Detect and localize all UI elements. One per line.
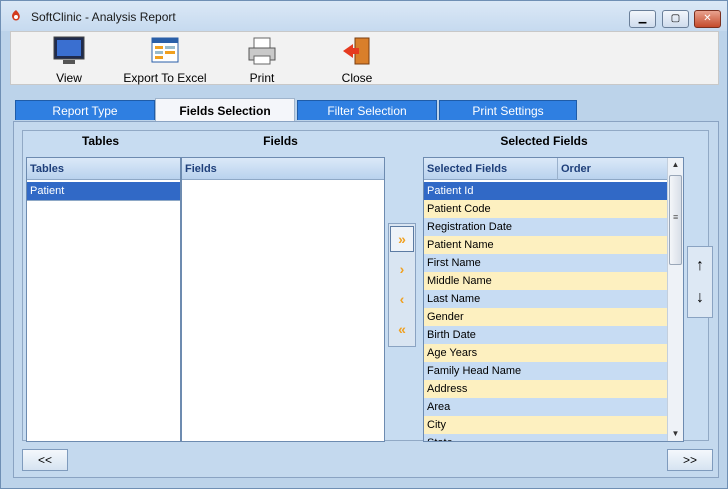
list-item[interactable]: Area	[424, 398, 668, 416]
tables-list-header: Tables	[27, 158, 180, 180]
list-item[interactable]: State	[424, 434, 668, 441]
export-label: Export To Excel	[123, 71, 207, 85]
list-item[interactable]: Patient Name	[424, 236, 668, 254]
grip-icon: ≡	[673, 212, 679, 222]
minimize-button[interactable]: ▁	[629, 10, 656, 28]
fields-selection-panel: Tables Fields Selected Fields Tables Pat…	[13, 121, 719, 478]
move-up-button[interactable]: ↑	[689, 251, 711, 281]
list-item[interactable]: City	[424, 416, 668, 434]
window-title: SoftClinic - Analysis Report	[31, 10, 176, 24]
list-item[interactable]: Family Head Name	[424, 362, 668, 380]
report-window: SoftClinic - Analysis Report ▁ ▢ ✕ View	[0, 0, 728, 489]
fields-selection-area: Tables Fields Selected Fields Tables Pat…	[22, 130, 713, 442]
print-button[interactable]: Print	[235, 34, 289, 85]
maximize-button[interactable]: ▢	[662, 10, 689, 28]
move-down-button[interactable]: ↓	[689, 283, 711, 313]
order-column-header[interactable]: Order	[558, 158, 668, 180]
export-to-excel-button[interactable]: Export To Excel	[113, 34, 217, 85]
exit-door-icon	[343, 37, 370, 65]
monitor-icon	[53, 36, 85, 64]
previous-button[interactable]: <<	[22, 449, 68, 471]
left-icon: ‹	[399, 291, 405, 307]
fields-list-header: Fields	[182, 158, 384, 180]
close-button[interactable]: Close	[329, 34, 385, 85]
list-item[interactable]: Last Name	[424, 290, 668, 308]
tables-list[interactable]: Tables Patient	[26, 157, 181, 442]
list-item[interactable]: Patient Id	[424, 182, 668, 200]
remove-button[interactable]: ‹	[390, 286, 414, 312]
list-item[interactable]: Age Years	[424, 344, 668, 362]
add-all-button[interactable]: »	[390, 226, 414, 252]
fields-group-title: Fields	[263, 134, 298, 148]
move-buttons-group: » › ‹ «	[388, 223, 416, 347]
spreadsheet-icon	[151, 37, 179, 63]
list-item[interactable]: Patient	[27, 182, 180, 200]
printer-icon	[248, 37, 276, 65]
double-right-icon: »	[398, 231, 406, 247]
double-left-icon: «	[398, 321, 406, 337]
list-item[interactable]: First Name	[424, 254, 668, 272]
tab-report-type[interactable]: Report Type	[15, 100, 155, 120]
close-icon: ✕	[703, 13, 712, 24]
list-item[interactable]: Gender	[424, 308, 668, 326]
tables-column-header[interactable]: Tables	[27, 158, 180, 180]
selected-fields-column-header[interactable]: Selected Fields	[424, 158, 558, 180]
list-item[interactable]: Birth Date	[424, 326, 668, 344]
title-bar: SoftClinic - Analysis Report ▁ ▢ ✕	[1, 1, 727, 31]
tab-fields-selection[interactable]: Fields Selection	[155, 98, 295, 121]
scroll-thumb[interactable]: ≡	[669, 175, 682, 265]
close-label: Close	[341, 71, 373, 85]
remove-all-button[interactable]: «	[390, 316, 414, 342]
selected-fields-list[interactable]: Selected Fields Order Patient Id Patient …	[423, 157, 684, 442]
tab-filter-selection[interactable]: Filter Selection	[297, 100, 437, 120]
tab-bar: Report Type Fields Selection Filter Sele…	[13, 98, 713, 121]
scroll-down-icon[interactable]: ▼	[668, 427, 683, 441]
right-icon: ›	[399, 261, 405, 277]
list-item[interactable]: Middle Name	[424, 272, 668, 290]
app-logo-icon	[12, 10, 20, 21]
list-item[interactable]: Patient Code	[424, 200, 668, 218]
add-button[interactable]: ›	[390, 256, 414, 282]
maximize-icon: ▢	[670, 13, 681, 24]
view-label: View	[56, 71, 82, 85]
minimize-icon: ▁	[638, 13, 647, 24]
next-button[interactable]: >>	[667, 449, 713, 471]
view-button[interactable]: View	[39, 34, 99, 85]
scroll-up-icon[interactable]: ▲	[668, 158, 683, 172]
arrow-down-icon: ↓	[696, 289, 704, 306]
print-label: Print	[249, 71, 275, 85]
fields-column-header[interactable]: Fields	[182, 158, 384, 180]
list-item[interactable]: Address	[424, 380, 668, 398]
selected-fields-list-header: Selected Fields Order	[424, 158, 667, 180]
list-item[interactable]: Registration Date	[424, 218, 668, 236]
fields-list[interactable]: Fields	[181, 157, 385, 442]
toolbar: View Export To Excel Print Close	[10, 31, 719, 85]
list-divider	[27, 200, 180, 201]
arrow-up-icon: ↑	[696, 257, 704, 274]
tables-group-title: Tables	[81, 134, 120, 148]
close-window-button[interactable]: ✕	[694, 10, 721, 28]
tab-print-settings[interactable]: Print Settings	[439, 100, 577, 120]
selected-fields-scrollbar[interactable]: ▲ ≡ ▼	[667, 158, 683, 441]
order-buttons-group: ↑ ↓	[687, 246, 713, 318]
selected-fields-group-title: Selected Fields	[500, 134, 588, 148]
